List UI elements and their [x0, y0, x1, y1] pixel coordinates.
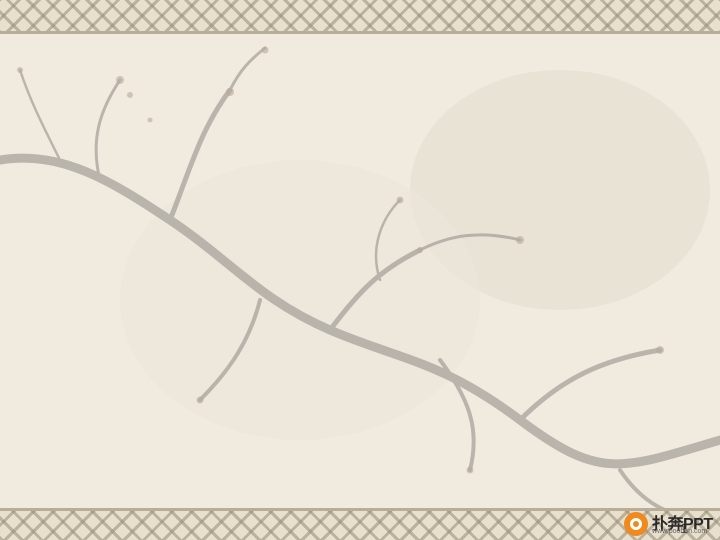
highlighted-punctuation [663, 215, 679, 259]
logo-icon [624, 512, 648, 536]
logo-url-text: www.pooban.com [652, 528, 708, 535]
paragraph-text-part-3 [648, 215, 664, 259]
plum-blossom-branch-background [0, 0, 720, 540]
highlighted-phrase-2 [570, 215, 648, 259]
paragraph-text-part-1 [40, 215, 336, 259]
brand-logo: 扑奔PPT www.pooban.com [622, 508, 720, 540]
slide: 1 扑奔PPT www.pooban.com [0, 0, 720, 540]
paragraph-text-part-2 [414, 215, 570, 259]
body-paragraph [40, 170, 700, 260]
highlighted-phrase-1 [336, 215, 414, 259]
decorative-border-bottom [0, 508, 720, 540]
decorative-border-top [0, 0, 720, 34]
